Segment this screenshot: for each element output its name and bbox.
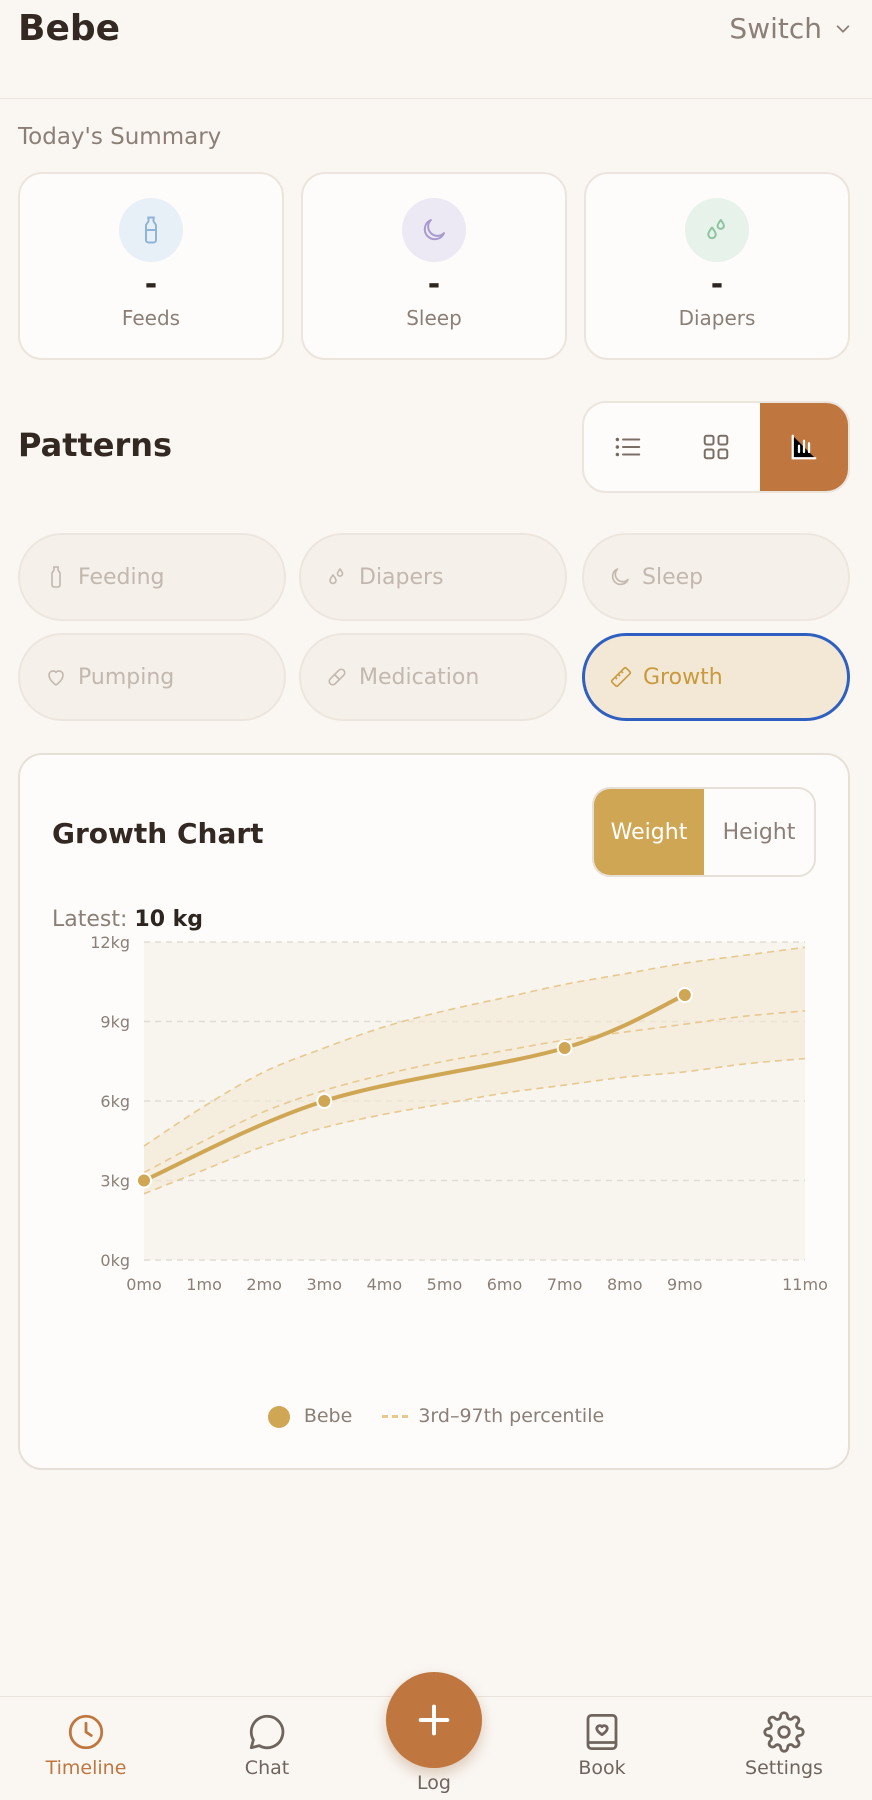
sleep-value: - (427, 267, 441, 302)
clock-icon (68, 1714, 104, 1750)
latest-label: Latest: (52, 907, 128, 932)
sleep-label: Sleep (406, 306, 462, 330)
y-tick-label: 3kg (100, 1172, 130, 1191)
data-point (556, 1040, 573, 1056)
legend-dot (267, 1405, 290, 1428)
x-tick-label: 5mo (427, 1275, 463, 1294)
diapers-icon-circle (685, 198, 749, 262)
diapers-value: - (710, 267, 724, 302)
plus-icon (418, 1704, 450, 1736)
weight-tab[interactable]: Weight (594, 789, 704, 875)
gear-icon (763, 1711, 805, 1753)
view-mode-toggle (582, 401, 850, 493)
summary-section-label: Today's Summary (18, 124, 222, 150)
chip-label: Feeding (78, 564, 165, 590)
growth-chart-title: Growth Chart (52, 817, 264, 850)
chip-diapers[interactable]: Diapers (299, 533, 567, 621)
x-tick-label: 4mo (367, 1275, 403, 1294)
chip-medication[interactable]: Medication (299, 633, 567, 721)
heart-icon (48, 670, 64, 686)
grid-icon (703, 434, 729, 460)
x-tick-label: 9mo (667, 1275, 703, 1294)
growth-chart-plot: 0kg 3kg 6kg 9kg 12kg 0mo 1mo 2mo 3mo 4mo 5mo 6mo 7mo… (90, 935, 828, 1294)
latest-value: 10 kg (134, 907, 204, 932)
x-tick-label: 7mo (547, 1275, 583, 1294)
summary-card-diapers[interactable]: - Diapers (584, 172, 850, 360)
latest-reading: Latest: 10 kg (52, 907, 203, 932)
patterns-title: Patterns (18, 426, 173, 464)
ruler-icon (610, 666, 632, 688)
droplets-icon (329, 568, 344, 585)
chip-label: Medication (359, 664, 480, 690)
legend-band: 3rd–97th percentile (382, 1405, 604, 1427)
chip-sleep[interactable]: Sleep (582, 533, 850, 621)
chart-legend: Bebe 3rd–97th percentile (20, 1405, 852, 1428)
bottle-icon (145, 216, 157, 244)
y-tick-label: 12kg (90, 935, 130, 952)
book-icon (586, 1713, 618, 1751)
feeds-icon-circle (119, 198, 183, 262)
data-point (316, 1093, 333, 1109)
log-fab-button[interactable] (386, 1672, 482, 1768)
switch-baby-button[interactable]: Switch (729, 12, 852, 45)
moon-icon (423, 219, 445, 241)
x-tick-label: 3mo (306, 1275, 342, 1294)
grid-view-button[interactable] (672, 403, 760, 491)
nav-label: Chat (244, 1757, 290, 1779)
chevron-down-icon (836, 24, 850, 33)
height-tab[interactable]: Height (704, 789, 814, 875)
legend-series: Bebe (267, 1405, 353, 1428)
sleep-icon-circle (402, 198, 466, 262)
droplets-icon (707, 219, 725, 240)
legend-band-label: 3rd–97th percentile (418, 1405, 605, 1428)
nav-label: Timeline (45, 1757, 127, 1779)
diapers-label: Diapers (678, 306, 756, 330)
bar-chart-icon (791, 434, 817, 460)
x-tick-label: 2mo (246, 1275, 282, 1294)
x-tick-label: 6mo (487, 1275, 523, 1294)
list-view-button[interactable] (584, 403, 672, 491)
x-tick-label: 1mo (186, 1275, 222, 1294)
nav-chat[interactable]: Chat (207, 1711, 327, 1779)
y-tick-label: 9kg (100, 1013, 130, 1032)
x-tick-label: 11mo (782, 1275, 828, 1294)
moon-icon (611, 568, 629, 586)
chip-growth[interactable]: Growth (582, 633, 850, 721)
feeds-label: Feeds (121, 306, 181, 330)
nav-label: Settings (745, 1757, 823, 1779)
y-tick-label: 0kg (100, 1251, 130, 1270)
nav-book[interactable]: Book (542, 1711, 662, 1779)
baby-name-title: Bebe (18, 8, 121, 49)
y-tick-label: 6kg (100, 1092, 130, 1111)
data-point (136, 1172, 152, 1189)
list-icon (615, 437, 641, 457)
nav-settings[interactable]: Settings (724, 1711, 844, 1779)
chat-icon (249, 1714, 285, 1750)
app-header: Bebe Switch (0, 0, 872, 99)
chart-view-button[interactable] (760, 403, 848, 491)
data-point (676, 987, 693, 1003)
chip-label: Sleep (642, 564, 704, 590)
nav-label: Book (578, 1757, 626, 1779)
chip-label: Growth (643, 664, 723, 690)
legend-series-label: Bebe (303, 1405, 353, 1427)
chip-feeding[interactable]: Feeding (18, 533, 286, 621)
summary-card-sleep[interactable]: - Sleep (301, 172, 567, 360)
metric-toggle: Weight Height (592, 787, 816, 877)
legend-dash (382, 1415, 409, 1419)
chip-label: Diapers (359, 564, 444, 590)
bottle-icon (51, 566, 61, 588)
pill-icon (328, 668, 346, 686)
log-fab-label: Log (417, 1772, 451, 1794)
feeds-value: - (144, 267, 158, 302)
nav-timeline[interactable]: Timeline (26, 1711, 146, 1779)
growth-chart-card: Growth Chart Weight Height Latest: 10 kg… (18, 753, 850, 1470)
x-tick-label: 8mo (607, 1275, 643, 1294)
summary-card-feeds[interactable]: - Feeds (18, 172, 284, 360)
chip-label: Pumping (78, 664, 175, 690)
x-tick-label: 0mo (126, 1275, 162, 1294)
chip-pumping[interactable]: Pumping (18, 633, 286, 721)
switch-label: Switch (729, 12, 822, 45)
